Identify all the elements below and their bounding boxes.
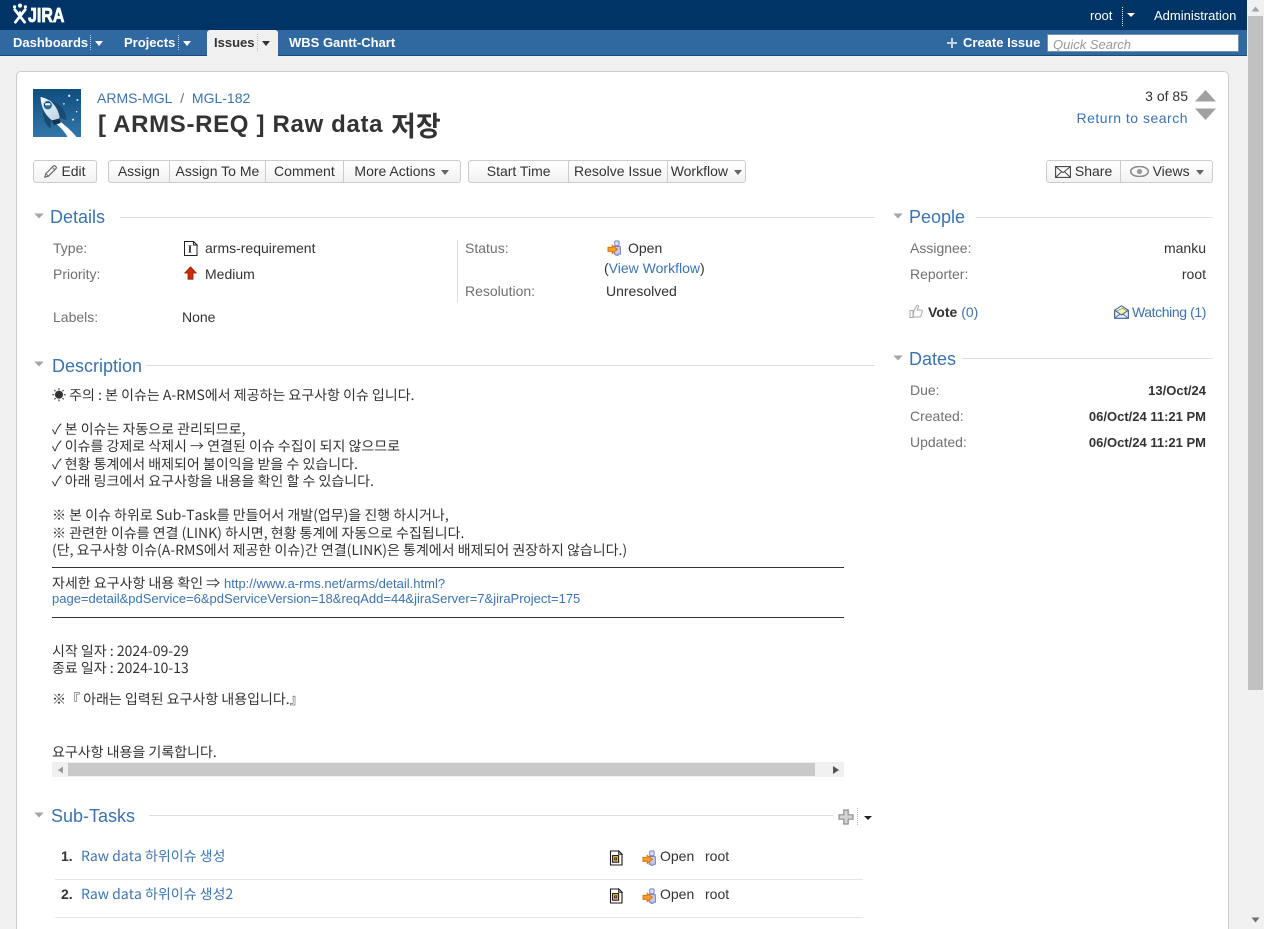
svg-text:I: I [188,245,192,256]
